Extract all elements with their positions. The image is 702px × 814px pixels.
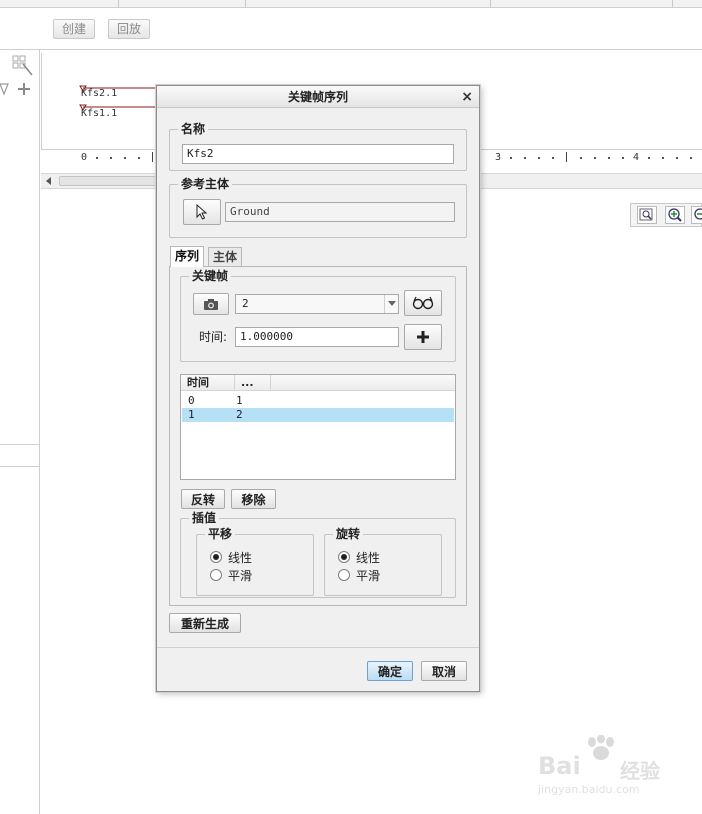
radio-selected-icon[interactable] (210, 551, 222, 563)
radio-selected-icon[interactable] (338, 551, 350, 563)
keyframe-select-value: 2 (242, 297, 249, 310)
interpolation-group: 插值 平移 线性 平滑 旋转 线性 平滑 (180, 511, 456, 598)
rotate-smooth-radio[interactable]: 平滑 (338, 567, 380, 583)
remove-button[interactable]: 移除 (231, 489, 276, 509)
timeline-left-border (41, 53, 42, 150)
translate-group: 平移 线性 平滑 (196, 527, 314, 596)
view-keyframe-button[interactable] (404, 290, 442, 316)
paw-icon (588, 735, 614, 760)
left-panel-sep-2 (0, 466, 39, 467)
column-header-time[interactable]: 时间 (181, 375, 235, 391)
interpolation-label: 插值 (189, 511, 220, 525)
add-keyframe-button[interactable] (404, 324, 442, 350)
track-label[interactable]: Kfs2.1 (81, 88, 117, 99)
keyframe-group-label: 关键帧 (189, 269, 232, 283)
ruler-label: 4 (633, 152, 640, 163)
close-icon[interactable]: × (461, 86, 473, 108)
cancel-button[interactable]: 取消 (421, 661, 467, 681)
reference-body-label: 参考主体 (178, 177, 233, 191)
translate-label: 平移 (205, 527, 236, 541)
keyframe-group: 关键帧 2 时间: 1.000000 (180, 269, 456, 362)
rotate-group: 旋转 线性 平滑 (324, 527, 442, 596)
ok-button[interactable]: 确定 (367, 661, 413, 681)
table-row[interactable]: 0 1 (182, 394, 454, 408)
radio-icon[interactable] (210, 569, 222, 581)
dialog-footer-divider (157, 647, 479, 648)
time-input[interactable]: 1.000000 (235, 327, 399, 347)
reference-body-group: 参考主体 Ground (169, 177, 467, 238)
rotate-linear-radio[interactable]: 线性 (338, 549, 380, 565)
track-label[interactable]: Kfs1.1 (81, 108, 117, 119)
toolbar-divider (0, 49, 702, 50)
keyframe-select[interactable]: 2 (235, 294, 399, 314)
keyframe-table[interactable]: 时间 ... 0 1 1 2 (180, 374, 456, 480)
capture-keyframe-button[interactable] (193, 293, 229, 315)
reverse-button[interactable]: 反转 (181, 489, 225, 509)
name-group: 名称 Kfs2 (169, 122, 467, 171)
zoom-toolbar (630, 203, 702, 227)
watermark-brand-suffix: 经验 (620, 759, 660, 783)
zoom-in-icon[interactable] (665, 206, 685, 224)
table-row-selected[interactable]: 1 2 (182, 408, 454, 422)
pointer-icon (196, 204, 208, 220)
chevron-down-icon[interactable] (384, 295, 398, 313)
left-panel-divider (39, 50, 40, 814)
regenerate-button[interactable]: 重新生成 (169, 613, 241, 633)
name-input[interactable]: Kfs2 (182, 144, 454, 164)
time-label: 时间: (199, 330, 228, 344)
create-button[interactable]: 创建 (53, 19, 96, 39)
select-body-button[interactable] (183, 199, 221, 225)
dialog-titlebar[interactable]: 关键帧序列 × (157, 86, 479, 108)
watermark-brand: Bai (538, 752, 581, 780)
filter-icon[interactable] (0, 82, 10, 96)
camera-icon (204, 298, 218, 310)
radio-icon[interactable] (338, 569, 350, 581)
translate-linear-radio[interactable]: 线性 (210, 549, 252, 565)
left-panel-sep-1 (0, 444, 39, 445)
plus-icon (417, 331, 429, 343)
column-header-keyframe[interactable]: ... (235, 375, 271, 391)
dialog-title: 关键帧序列 (287, 90, 348, 104)
ruler-label: 0 (81, 152, 88, 163)
keyframe-sequence-dialog: 关键帧序列 × 名称 Kfs2 参考主体 Ground 序列 主体 关键帧 2 (156, 85, 480, 692)
playback-button[interactable]: 回放 (108, 19, 151, 39)
top-header-strip (0, 0, 702, 8)
add-icon[interactable] (17, 82, 31, 96)
tab-sequence[interactable]: 序列 (170, 246, 205, 267)
tab-body[interactable]: 主体 (208, 247, 243, 267)
table-header: 时间 ... (181, 375, 455, 391)
scroll-left-icon[interactable] (41, 174, 57, 188)
sequence-tab-panel: 关键帧 2 时间: 1.000000 时间 ... 0 1 1 2 反转 移除 … (169, 266, 467, 606)
translate-smooth-radio[interactable]: 平滑 (210, 567, 252, 583)
watermark-logo: Bai 经验 jingyan.baidu.com (536, 735, 696, 805)
rotate-label: 旋转 (333, 527, 364, 541)
zoom-out-icon[interactable] (691, 206, 702, 224)
name-group-label: 名称 (178, 122, 209, 136)
glasses-icon (412, 296, 434, 310)
zoom-fit-icon[interactable] (637, 206, 657, 224)
scroll-thumb[interactable] (59, 176, 159, 186)
watermark-url: jingyan.baidu.com (538, 783, 640, 796)
ruler-label: 3 (495, 152, 502, 163)
reference-body-field: Ground (225, 202, 455, 222)
grid-filter-icon[interactable] (12, 55, 34, 77)
